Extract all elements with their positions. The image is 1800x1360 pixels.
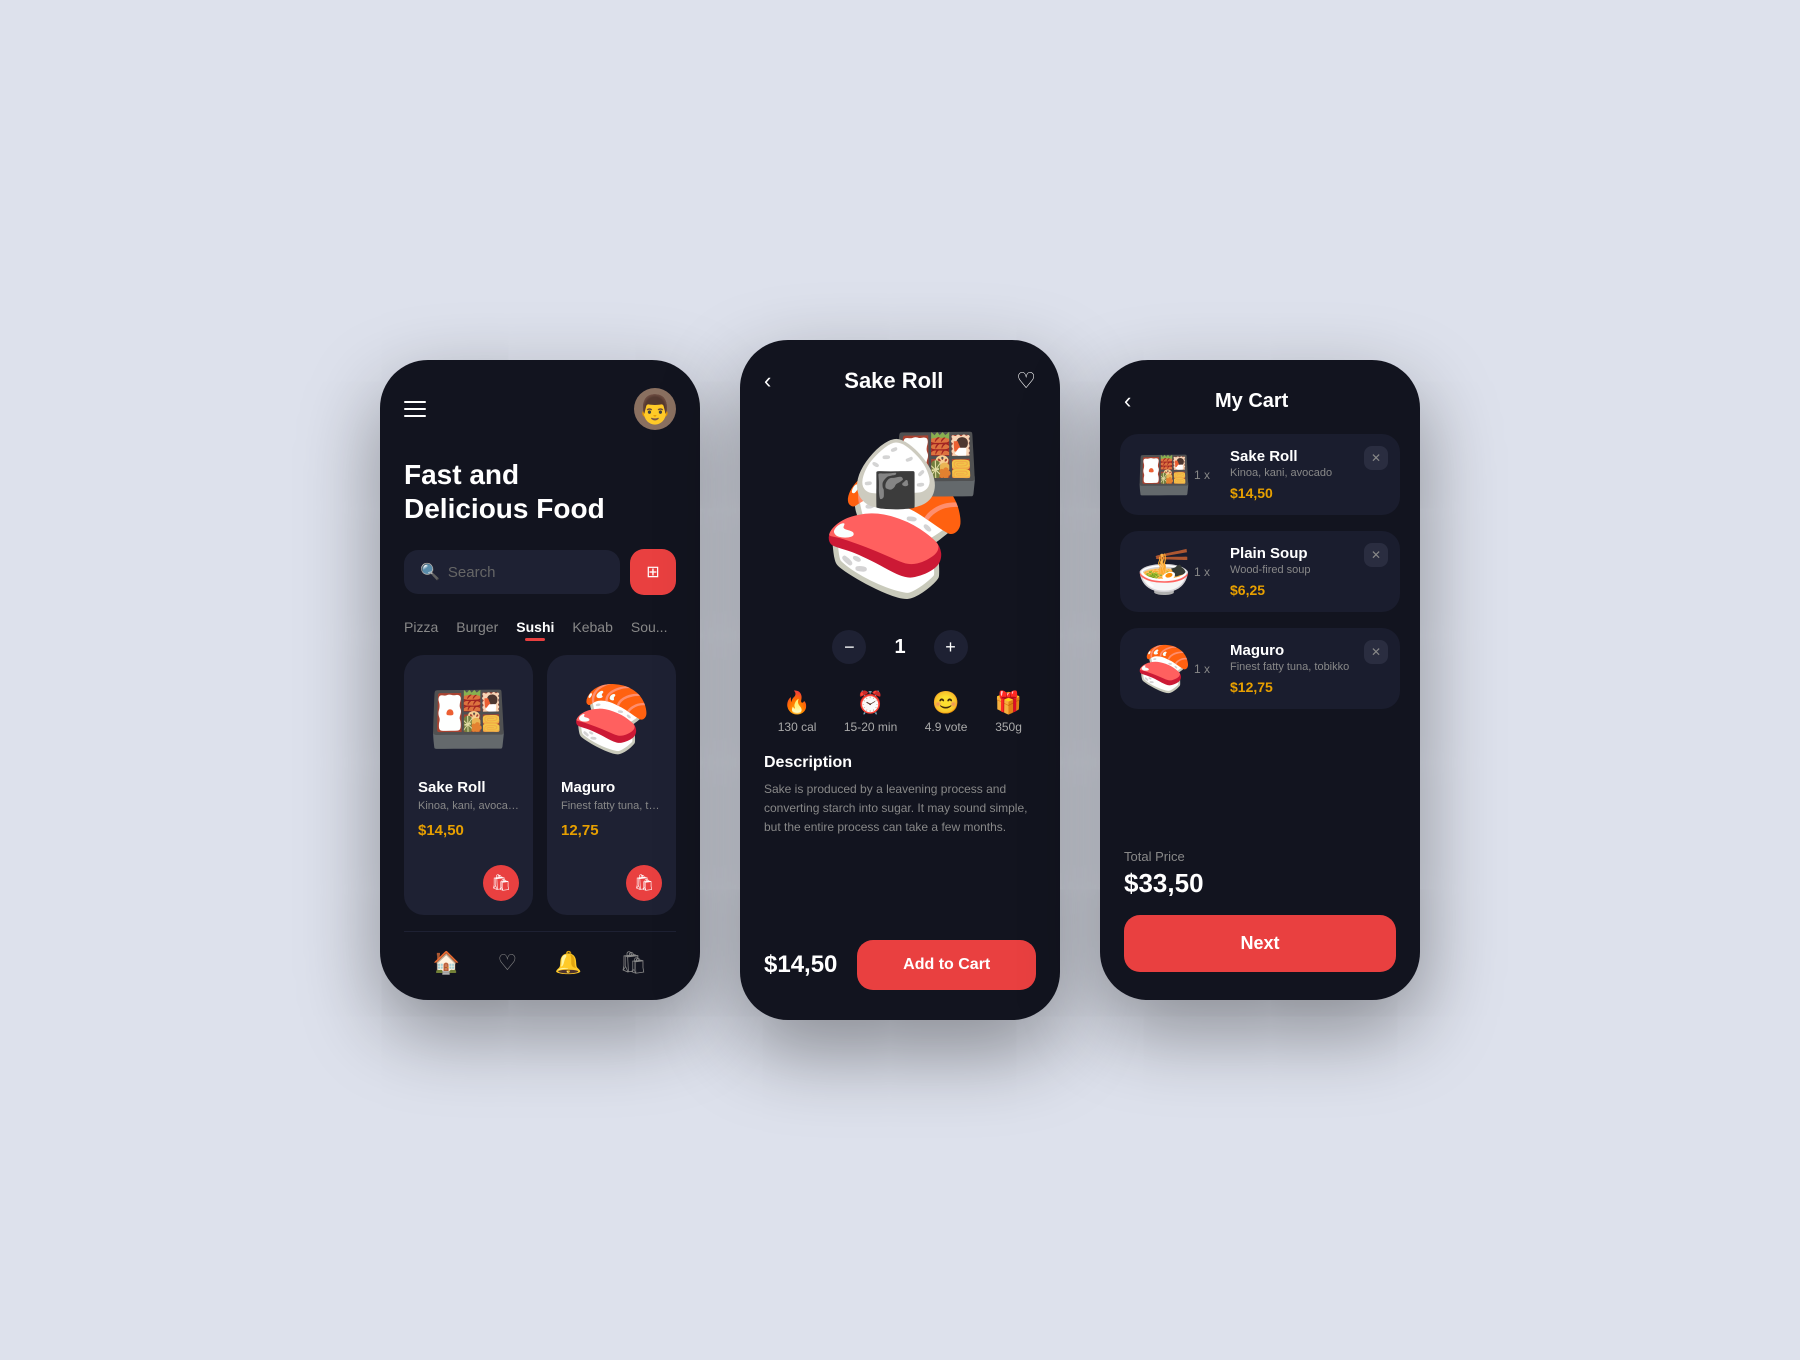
- item-image: 🍱: [1134, 449, 1194, 501]
- item-price: $6,25: [1230, 582, 1376, 598]
- fire-icon: 🔥: [783, 690, 810, 716]
- next-button[interactable]: Next: [1124, 915, 1396, 972]
- page-title: Fast and Delicious Food: [404, 458, 676, 525]
- search-bar: 🔍 Search ⊞: [404, 549, 676, 595]
- remove-item-button[interactable]: ✕: [1364, 446, 1388, 470]
- food-desc: Kinoa, kani, avocado: [418, 800, 519, 812]
- food-price: 12,75: [561, 822, 662, 839]
- stat-rating-value: 4.9 vote: [925, 720, 968, 734]
- food-cards: 🍱 Sake Roll Kinoa, kani, avocado $14,50 …: [404, 655, 676, 915]
- food-image: 🍣: [561, 669, 662, 769]
- item-price: $14,50: [1230, 485, 1376, 501]
- stat-weight: 🎁 350g: [995, 690, 1022, 734]
- total-row: Total Price $33,50: [1124, 849, 1396, 899]
- cart-item: 🍱 1 x Sake Roll Kinoa, kani, avocado $14…: [1120, 434, 1400, 515]
- menu-icon[interactable]: [404, 401, 426, 417]
- cart-item: 🍜 1 x Plain Soup Wood-fired soup $6,25 ✕: [1120, 531, 1400, 612]
- item-subtitle: Wood-fired soup: [1230, 564, 1376, 576]
- description-section: Description Sake is produced by a leaven…: [740, 754, 1060, 920]
- add-to-cart-button[interactable]: 🛍: [626, 865, 662, 901]
- phone-detail: ‹ Sake Roll ♡ 🍣 🍱 🍙 − 1 + 🔥 130 cal ⏰: [740, 340, 1060, 1020]
- nav-cart[interactable]: 🛍: [619, 950, 647, 976]
- bag-icon: 🛍: [634, 873, 654, 893]
- description-text: Sake is produced by a leavening process …: [764, 780, 1036, 838]
- category-sushi[interactable]: Sushi: [516, 619, 554, 635]
- remove-item-button[interactable]: ✕: [1364, 640, 1388, 664]
- quantity-row: − 1 +: [740, 614, 1060, 680]
- add-to-cart-button[interactable]: 🛍: [483, 865, 519, 901]
- smile-icon: 😊: [932, 690, 959, 716]
- cart-items-list: 🍱 1 x Sake Roll Kinoa, kani, avocado $14…: [1100, 434, 1420, 829]
- total-label: Total Price: [1124, 849, 1396, 864]
- food-price: $14,50: [418, 822, 519, 839]
- stat-weight-value: 350g: [995, 720, 1022, 734]
- item-quantity: 1 x: [1194, 565, 1210, 579]
- item-name: Sake Roll: [1230, 448, 1376, 465]
- stat-calories: 🔥 130 cal: [778, 690, 817, 734]
- phone-home: 👨 Fast and Delicious Food 🔍 Search ⊞ Piz…: [380, 360, 700, 1000]
- item-image: 🍜: [1134, 546, 1194, 598]
- item-subtitle: Finest fatty tuna, tobikko: [1230, 661, 1376, 673]
- product-title: Sake Roll: [844, 368, 943, 394]
- search-placeholder: Search: [448, 564, 496, 581]
- item-info: Plain Soup Wood-fired soup $6,25: [1220, 545, 1386, 598]
- category-tabs: Pizza Burger Sushi Kebab Sou...: [404, 619, 676, 635]
- item-image: 🍣: [1134, 643, 1194, 695]
- item-subtitle: Kinoa, kani, avocado: [1230, 467, 1376, 479]
- food-desc: Finest fatty tuna, tobik: [561, 800, 662, 812]
- back-button[interactable]: ‹: [764, 368, 771, 394]
- food-card-sake-roll[interactable]: 🍱 Sake Roll Kinoa, kani, avocado $14,50 …: [404, 655, 533, 915]
- cart-bottom-bar: Total Price $33,50 Next: [1100, 829, 1420, 1000]
- product-image: 🍣 🍱 🍙: [740, 414, 1060, 614]
- stat-time: ⏰ 15-20 min: [844, 690, 897, 734]
- food-name: Sake Roll: [418, 779, 519, 796]
- stat-calories-value: 130 cal: [778, 720, 817, 734]
- item-name: Maguro: [1230, 642, 1376, 659]
- stat-rating: 😊 4.9 vote: [925, 690, 968, 734]
- bag-icon: 🛍: [491, 873, 511, 893]
- search-icon: 🔍: [420, 562, 440, 582]
- product-price: $14,50: [764, 951, 837, 979]
- stat-time-value: 15-20 min: [844, 720, 897, 734]
- cart-title: My Cart: [1131, 390, 1372, 413]
- weight-icon: 🎁: [995, 690, 1022, 716]
- favorite-button[interactable]: ♡: [1016, 368, 1036, 394]
- description-title: Description: [764, 754, 1036, 772]
- filter-icon: ⊞: [646, 562, 659, 582]
- category-soup[interactable]: Sou...: [631, 619, 668, 635]
- category-kebab[interactable]: Kebab: [572, 619, 612, 635]
- item-info: Sake Roll Kinoa, kani, avocado $14,50: [1220, 448, 1386, 501]
- total-price: $33,50: [1124, 868, 1396, 899]
- item-info: Maguro Finest fatty tuna, tobikko $12,75: [1220, 642, 1386, 695]
- add-to-cart-button[interactable]: Add to Cart: [857, 940, 1036, 990]
- item-quantity: 1 x: [1194, 662, 1210, 676]
- food-image: 🍱: [418, 669, 519, 769]
- product-action-bar: $14,50 Add to Cart: [740, 920, 1060, 1020]
- cart-item: 🍣 1 x Maguro Finest fatty tuna, tobikko …: [1120, 628, 1400, 709]
- item-quantity: 1 x: [1194, 468, 1210, 482]
- nav-notifications[interactable]: 🔔: [555, 950, 582, 976]
- quantity-value: 1: [894, 636, 905, 659]
- filter-button[interactable]: ⊞: [630, 549, 676, 595]
- category-burger[interactable]: Burger: [456, 619, 498, 635]
- stats-row: 🔥 130 cal ⏰ 15-20 min 😊 4.9 vote 🎁 350g: [740, 680, 1060, 754]
- remove-item-button[interactable]: ✕: [1364, 543, 1388, 567]
- decrease-button[interactable]: −: [832, 630, 866, 664]
- item-price: $12,75: [1230, 679, 1376, 695]
- item-name: Plain Soup: [1230, 545, 1376, 562]
- increase-button[interactable]: +: [934, 630, 968, 664]
- food-name: Maguro: [561, 779, 662, 796]
- clock-icon: ⏰: [857, 690, 884, 716]
- search-input-wrap[interactable]: 🔍 Search: [404, 550, 620, 594]
- back-button[interactable]: ‹: [1124, 388, 1131, 414]
- food-card-maguro[interactable]: 🍣 Maguro Finest fatty tuna, tobik 12,75 …: [547, 655, 676, 915]
- avatar[interactable]: 👨: [634, 388, 676, 430]
- nav-home[interactable]: 🏠: [433, 950, 460, 976]
- category-pizza[interactable]: Pizza: [404, 619, 438, 635]
- phone-cart: ‹ My Cart 🍱 1 x Sake Roll Kinoa, kani, a…: [1100, 360, 1420, 1000]
- nav-favorites[interactable]: ♡: [497, 950, 517, 976]
- bottom-nav: 🏠 ♡ 🔔 🛍: [404, 931, 676, 1000]
